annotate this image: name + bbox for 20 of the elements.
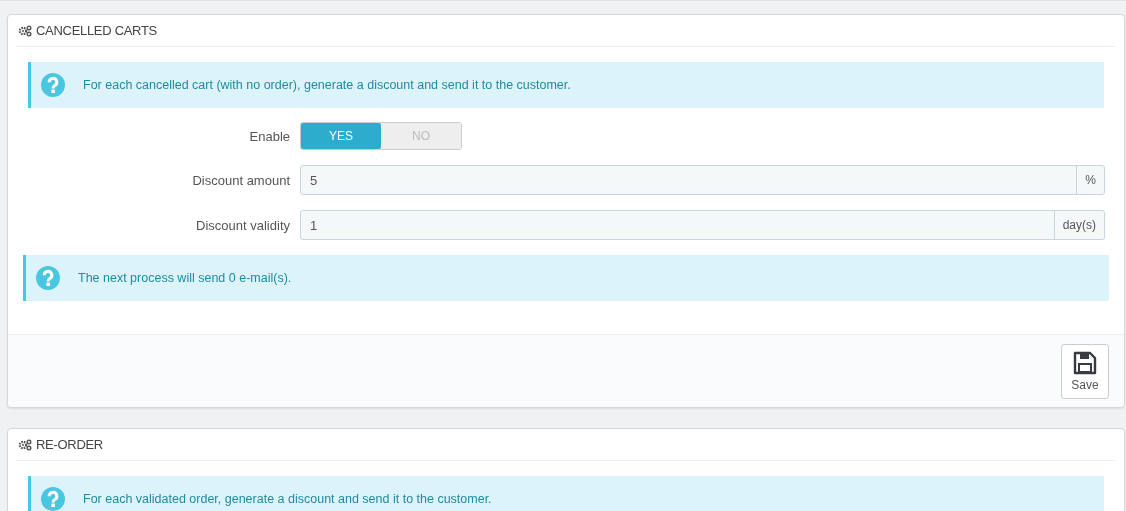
unit-label: %: [1076, 166, 1104, 194]
input-box[interactable]: 1 day(s): [300, 210, 1105, 240]
gears-icon: [18, 24, 32, 37]
field-label: Enable: [248, 128, 291, 144]
unit-label: day(s): [1053, 211, 1104, 239]
save-icon: [1073, 350, 1097, 375]
save-button[interactable]: Save: [1061, 343, 1109, 399]
input-field[interactable]: 1: [301, 211, 1054, 239]
field-label: Discount validity: [195, 217, 291, 233]
input-field[interactable]: 5: [301, 166, 1077, 194]
alert-text: For each cancelled cart (with no order), generate a discount and send it to the customer.: [83, 78, 571, 92]
help-icon: [36, 266, 60, 290]
gears-icon: [18, 438, 32, 451]
input-box[interactable]: 5 %: [300, 165, 1105, 195]
panel-title: RE-ORDER: [36, 437, 103, 452]
alert-text: For each validated order, generate a discount and send it to the customer.: [83, 492, 492, 506]
alert-text: The next process will send 0 e-mail(s).: [78, 271, 292, 285]
help-icon: [41, 73, 65, 97]
panel-title: CANCELLED CARTS: [36, 23, 157, 38]
field-label: Discount amount: [191, 172, 291, 188]
